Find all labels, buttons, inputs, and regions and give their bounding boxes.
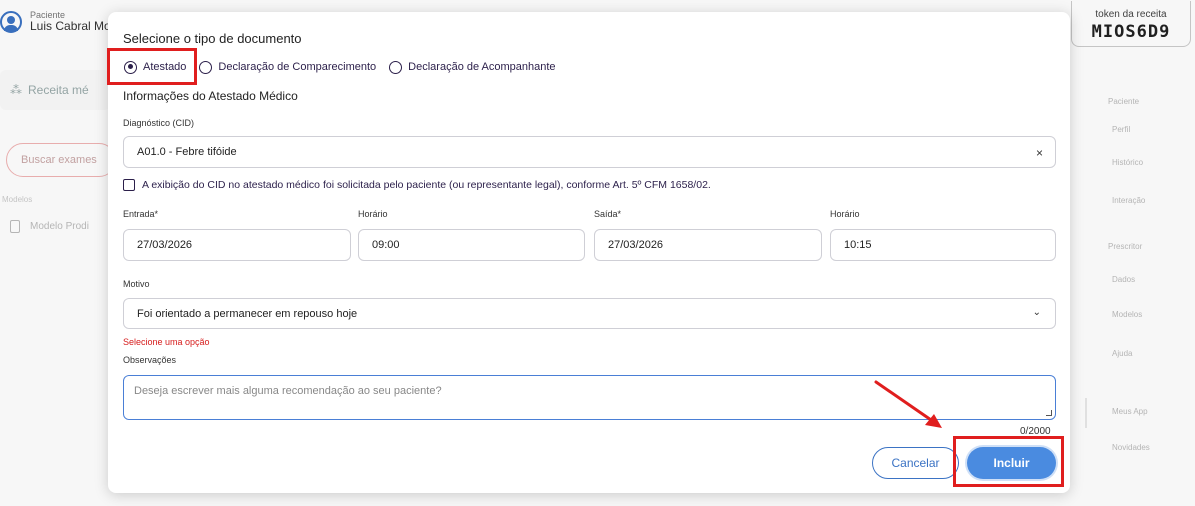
horario-saida-value: 10:15 [844, 239, 872, 251]
entrada-value: 27/03/2026 [137, 239, 193, 251]
observacoes-placeholder: Deseja escrever mais alguma recomendação… [134, 385, 442, 397]
horario-entrada-value: 09:00 [372, 239, 400, 251]
modal-title: Selecione o tipo de documento [123, 31, 302, 46]
radio-unselected-icon [389, 60, 403, 74]
motivo-value: Foi orientado a permanecer em repouso ho… [137, 307, 358, 320]
radio-acompanhante-label: Declaração de Acompanhante [408, 61, 556, 73]
motivo-select[interactable]: Foi orientado a permanecer em repouso ho… [123, 298, 1056, 329]
saida-label: Saída* [594, 209, 622, 219]
clear-icon[interactable]: × [1036, 146, 1043, 160]
horario-saida-input[interactable]: 10:15 [830, 229, 1056, 261]
diagnostico-value: A01.0 - Febre tifóide [137, 146, 237, 158]
motivo-label: Motivo [123, 279, 150, 289]
entrada-label: Entrada* [123, 209, 159, 219]
radio-declaracao-acompanhante[interactable]: Declaração de Acompanhante [389, 60, 556, 74]
cid-consent-label: A exibição do CID no atestado médico foi… [142, 179, 711, 191]
motivo-error: Selecione uma opção [123, 337, 210, 347]
radio-comparecimento-label: Declaração de Comparecimento [218, 61, 377, 73]
entrada-date-input[interactable]: 27/03/2026 [123, 229, 351, 261]
highlight-include-box [953, 436, 1064, 487]
chevron-down-icon: ⌄ [1032, 307, 1041, 318]
radio-declaracao-comparecimento[interactable]: Declaração de Comparecimento [199, 60, 377, 74]
horario-entrada-input[interactable]: 09:00 [358, 229, 585, 261]
cid-consent-checkbox[interactable] [123, 179, 135, 191]
observacoes-label: Observações [123, 355, 177, 365]
diagnostico-field[interactable]: A01.0 - Febre tifóide × [123, 136, 1056, 168]
radio-unselected-icon [199, 60, 213, 74]
saida-value: 27/03/2026 [608, 239, 664, 251]
cancel-button[interactable]: Cancelar [872, 447, 959, 479]
section-title: Informações do Atestado Médico [123, 89, 298, 103]
red-arrow-icon [874, 380, 942, 428]
saida-date-input[interactable]: 27/03/2026 [594, 229, 822, 261]
diagnostico-label: Diagnóstico (CID) [123, 118, 195, 128]
horario-entrada-label: Horário [358, 209, 388, 219]
cid-consent-row: A exibição do CID no atestado médico foi… [123, 179, 711, 191]
resize-handle-icon[interactable] [1046, 410, 1052, 416]
horario-saida-label: Horário [830, 209, 860, 219]
highlight-atestado-box [107, 48, 197, 85]
